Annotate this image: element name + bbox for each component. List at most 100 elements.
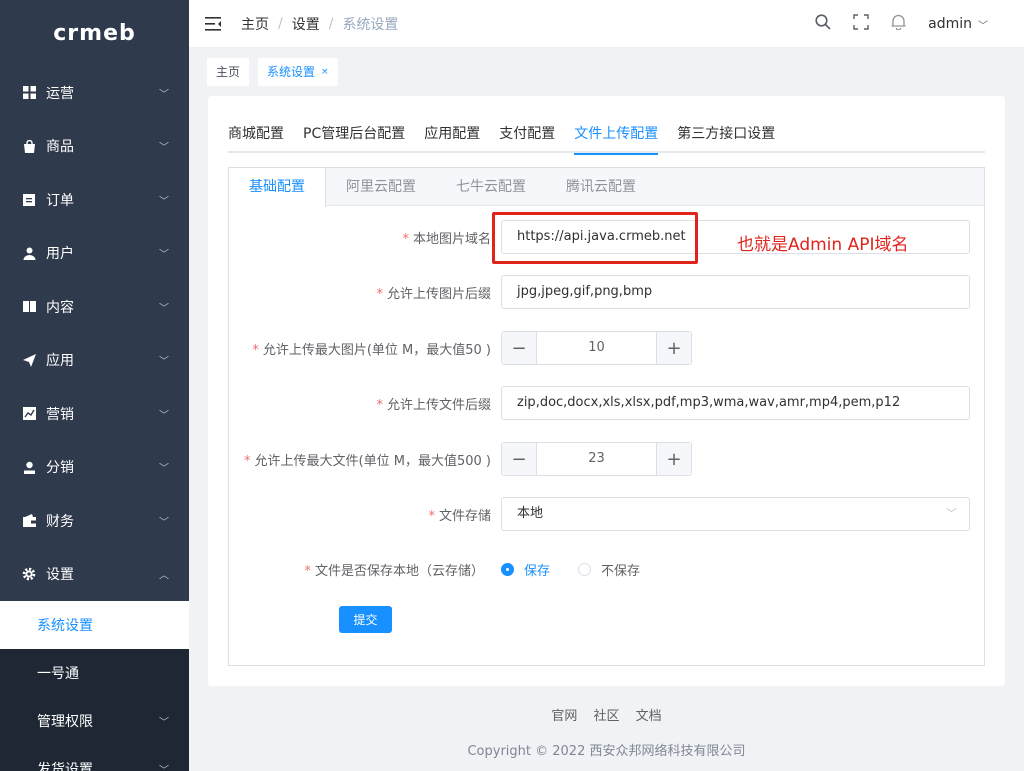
fullscreen-icon[interactable] <box>853 14 869 34</box>
sidebar-item-content[interactable]: 内容 ﹀ <box>0 280 189 334</box>
topbar-actions: admin ﹀ <box>815 0 988 48</box>
tab-pc-admin-config[interactable]: PC管理后台配置 <box>303 116 424 153</box>
submit-button[interactable]: 提交 <box>339 606 392 633</box>
user-menu[interactable]: admin ﹀ <box>928 16 988 32</box>
annotation-text: 也就是Admin API域名 <box>737 235 909 255</box>
decrease-button[interactable]: − <box>502 332 537 364</box>
close-icon[interactable]: × <box>321 58 329 86</box>
copyright: Copyright © 2022 西安众邦网络科技有限公司 <box>467 744 746 759</box>
file-ext-input[interactable]: zip,doc,docx,xls,xlsx,pdf,mp3,wma,wav,am… <box>501 386 970 420</box>
user-icon <box>22 246 36 260</box>
breadcrumb: 主页 / 设置 / 系统设置 <box>241 14 398 34</box>
decrease-button[interactable]: − <box>502 443 537 475</box>
sidebar-item-label: 用户 <box>46 246 74 263</box>
storage-tabs: 基础配置 阿里云配置 七牛云配置 腾讯云配置 <box>229 168 984 207</box>
menu-fold-icon[interactable] <box>205 16 221 31</box>
sidebar-item-users[interactable]: 用户 ﹀ <box>0 227 189 281</box>
sidebar-item-orders[interactable]: 订单 ﹀ <box>0 173 189 227</box>
wallet-icon <box>22 514 36 528</box>
chevron-down-icon: ﹀ <box>159 517 169 529</box>
tab-mall-config[interactable]: 商城配置 <box>228 116 303 153</box>
radio-not-save[interactable]: 不保存 <box>578 560 640 579</box>
form-row-file-max: * 允许上传最大文件(单位 M，最大值500 ) − 23 + <box>229 442 986 476</box>
chart-icon <box>22 407 36 421</box>
sidebar-item-settings[interactable]: 设置 ︿ <box>0 548 189 602</box>
clipboard-icon <box>22 193 36 207</box>
topbar: 主页 / 设置 / 系统设置 admin ﹀ <box>189 0 1024 48</box>
sidebar-sub-system-settings[interactable]: 系统设置 <box>0 601 189 649</box>
increase-button[interactable]: + <box>656 443 691 475</box>
chevron-down-icon: ﹀ <box>159 303 169 315</box>
breadcrumb-current: 系统设置 <box>342 16 399 33</box>
footer-link-docs[interactable]: 文档 <box>636 709 662 724</box>
tab-basic-config[interactable]: 基础配置 <box>229 168 326 207</box>
chevron-down-icon: ﹀ <box>159 196 169 208</box>
breadcrumb-separator: / <box>278 15 283 32</box>
breadcrumb-settings[interactable]: 设置 <box>292 14 320 34</box>
img-max-value[interactable]: 10 <box>537 332 656 364</box>
sidebar-item-label: 应用 <box>46 353 74 370</box>
domain-label: * 本地图片域名 <box>402 231 491 247</box>
tag-system-settings[interactable]: 系统设置 × <box>258 58 338 86</box>
tab-third-party[interactable]: 第三方接口设置 <box>677 116 794 153</box>
sidebar-item-operations[interactable]: 运营 ﹀ <box>0 66 189 120</box>
sidebar-item-finance[interactable]: 财务 ﹀ <box>0 494 189 548</box>
logo[interactable]: crmeb <box>0 0 189 66</box>
tab-tencent-config[interactable]: 腾讯云配置 <box>546 168 656 206</box>
increase-button[interactable]: + <box>656 332 691 364</box>
footer-link-official[interactable]: 官网 <box>551 709 577 724</box>
sidebar-item-apps[interactable]: 应用 ﹀ <box>0 334 189 388</box>
sidebar-item-label: 分销 <box>46 460 74 477</box>
sidebar: crmeb 运营 ﹀ 商品 ﹀ 订单 ﹀ 用户 ﹀ 内容 ﹀ 应用 ﹀ 营销 ﹀… <box>0 0 189 771</box>
sidebar-item-products[interactable]: 商品 ﹀ <box>0 120 189 174</box>
book-icon <box>22 300 36 314</box>
sidebar-item-marketing[interactable]: 营销 ﹀ <box>0 387 189 441</box>
tab-app-config[interactable]: 应用配置 <box>424 116 499 153</box>
person-icon <box>22 460 36 474</box>
chevron-down-icon: ﹀ <box>159 356 169 368</box>
form-row-img-ext: * 允许上传图片后缀 jpg,jpeg,gif,png,bmp <box>229 275 986 309</box>
form-row-save-local: * 文件是否保存本地（云存储） 保存 不保存 <box>229 552 986 586</box>
img-ext-input[interactable]: jpg,jpeg,gif,png,bmp <box>501 275 970 309</box>
file-max-value[interactable]: 23 <box>537 443 656 475</box>
tab-payment-config[interactable]: 支付配置 <box>499 116 574 153</box>
sidebar-item-distribution[interactable]: 分销 ﹀ <box>0 441 189 495</box>
chevron-down-icon: ﹀ <box>159 142 169 154</box>
sidebar-item-label: 运营 <box>46 85 74 102</box>
chevron-down-icon: ﹀ <box>159 765 169 771</box>
send-icon <box>22 353 36 367</box>
tab-upload-config[interactable]: 文件上传配置 <box>574 116 677 155</box>
bag-icon <box>22 139 36 153</box>
file-max-stepper: − 23 + <box>501 442 692 476</box>
search-icon[interactable] <box>815 14 831 34</box>
chevron-up-icon: ︿ <box>159 570 169 582</box>
tab-aliyun-config[interactable]: 阿里云配置 <box>326 168 436 206</box>
radio-unchecked-icon <box>578 562 592 576</box>
img-ext-label: * 允许上传图片后缀 <box>376 286 491 302</box>
form-row-file-ext: * 允许上传文件后缀 zip,doc,docx,xls,xlsx,pdf,mp3,… <box>229 386 986 420</box>
settings-card: 商城配置 PC管理后台配置 应用配置 支付配置 文件上传配置 第三方接口设置 基… <box>208 96 1005 686</box>
bell-icon[interactable] <box>891 14 906 34</box>
save-local-radio-group: 保存 不保存 <box>501 560 640 579</box>
footer-link-community[interactable]: 社区 <box>593 709 619 724</box>
form-row-img-max: * 允许上传最大图片(单位 M，最大值50 ) − 10 + <box>229 331 986 365</box>
annotation-highlight-box <box>492 212 698 264</box>
sidebar-item-label: 设置 <box>46 567 74 584</box>
sidebar-sub-one-pass[interactable]: 一号通 <box>0 649 189 697</box>
radio-save[interactable]: 保存 <box>501 560 550 579</box>
save-local-label: * 文件是否保存本地（云存储） <box>304 563 484 579</box>
tags-view: 主页 系统设置 × <box>189 48 1024 96</box>
file-ext-label: * 允许上传文件后缀 <box>376 397 491 413</box>
sidebar-item-label: 内容 <box>46 299 74 316</box>
img-max-stepper: − 10 + <box>501 331 692 365</box>
breadcrumb-home[interactable]: 主页 <box>241 14 269 34</box>
config-tabs: 商城配置 PC管理后台配置 应用配置 支付配置 文件上传配置 第三方接口设置 <box>228 116 985 155</box>
storage-select[interactable]: 本地 ﹀ <box>501 497 970 531</box>
tab-qiniu-config[interactable]: 七牛云配置 <box>436 168 546 206</box>
breadcrumb-separator: / <box>328 15 334 32</box>
chevron-down-icon: ﹀ <box>159 463 169 475</box>
form-row-storage: * 文件存储 本地 ﹀ <box>229 497 986 531</box>
tag-home[interactable]: 主页 <box>207 58 250 86</box>
grid-icon <box>22 86 36 100</box>
radio-checked-icon <box>501 562 514 576</box>
